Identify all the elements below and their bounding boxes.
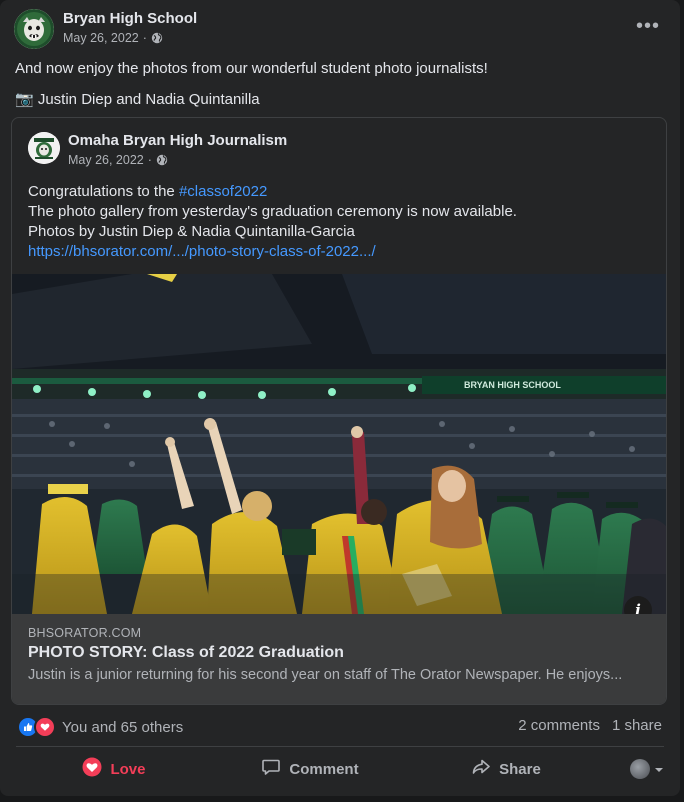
article-url-link[interactable]: https://bhsorator.com/.../photo-story-cl… — [28, 243, 376, 260]
post-text-line: 📷 Justin Diep and Nadia Quintanilla — [15, 91, 260, 108]
shared-post-text: Congratulations to the #classof2022 The … — [28, 182, 517, 262]
comment-button[interactable]: Comment — [212, 750, 408, 788]
post-date[interactable]: May 26, 2022 — [63, 31, 139, 45]
post-meta: May 26, 2022 · — [63, 31, 163, 45]
shared-text-line: Congratulations to the #classof2022 — [28, 182, 517, 202]
share-button-label: Share — [499, 760, 541, 778]
comments-count[interactable]: 2 comments — [518, 717, 600, 734]
shared-post-header: Omaha Bryan High Journalism May 26, 2022… — [28, 130, 628, 170]
engagement-counts: 2 comments 1 share — [518, 717, 662, 734]
love-reaction-icon — [34, 716, 56, 738]
arena-banner-text: BRYAN HIGH SCHOOL — [464, 380, 561, 390]
more-icon[interactable]: ••• — [632, 14, 664, 38]
graduation-photo[interactable]: BRYAN HIGH SCHOOL i — [12, 274, 666, 614]
link-preview-description: Justin is a junior returning for his sec… — [28, 667, 623, 683]
author-name[interactable]: Bryan High School — [63, 10, 197, 27]
share-button[interactable]: Share — [408, 750, 604, 788]
shared-post[interactable]: Omaha Bryan High Journalism May 26, 2022… — [11, 117, 667, 705]
shares-count[interactable]: 1 share — [612, 717, 662, 734]
comment-icon — [261, 757, 281, 781]
reactions-summary[interactable]: You and 65 others — [17, 716, 183, 738]
comment-button-label: Comment — [289, 760, 359, 778]
congrats-text: Congratulations to the — [28, 183, 179, 200]
love-button[interactable]: Love — [16, 750, 212, 788]
post-actions: Love Comment Share — [16, 750, 664, 788]
shared-post-meta: May 26, 2022 · — [68, 153, 168, 167]
reaction-audience-selector[interactable] — [604, 750, 664, 788]
post-header: Bryan High School May 26, 2022 · ••• — [14, 8, 666, 52]
link-preview-domain: BHSORATOR.COM — [28, 626, 142, 640]
shared-post-date[interactable]: May 26, 2022 — [68, 153, 144, 167]
hashtag-link[interactable]: #classof2022 — [179, 183, 267, 200]
divider — [16, 746, 664, 747]
love-button-label: Love — [110, 760, 146, 778]
reactions-count: You and 65 others — [62, 718, 184, 736]
shared-page-avatar[interactable] — [28, 132, 60, 164]
post-text: And now enjoy the photos from our wonder… — [15, 59, 488, 121]
globe-icon — [156, 154, 168, 166]
link-preview[interactable]: BHSORATOR.COM PHOTO STORY: Class of 2022… — [12, 614, 666, 704]
meta-separator: · — [147, 153, 152, 167]
shared-text-line: Photos by Justin Diep & Nadia Quintanill… — [28, 223, 355, 240]
page-avatar[interactable] — [14, 9, 54, 49]
chevron-down-icon — [654, 761, 664, 778]
user-avatar — [630, 759, 650, 779]
feed-post: Bryan High School May 26, 2022 · ••• And… — [0, 0, 680, 796]
heart-icon — [82, 757, 102, 781]
meta-separator: · — [142, 31, 147, 45]
shared-text-line: The photo gallery from yesterday's gradu… — [28, 203, 517, 220]
post-text-line: And now enjoy the photos from our wonder… — [15, 60, 488, 77]
graduation-photo-illustration: BRYAN HIGH SCHOOL — [12, 274, 666, 614]
globe-icon — [151, 32, 163, 44]
link-preview-title[interactable]: PHOTO STORY: Class of 2022 Graduation — [28, 644, 344, 662]
shared-author-name[interactable]: Omaha Bryan High Journalism — [68, 132, 287, 149]
share-icon — [471, 757, 491, 781]
